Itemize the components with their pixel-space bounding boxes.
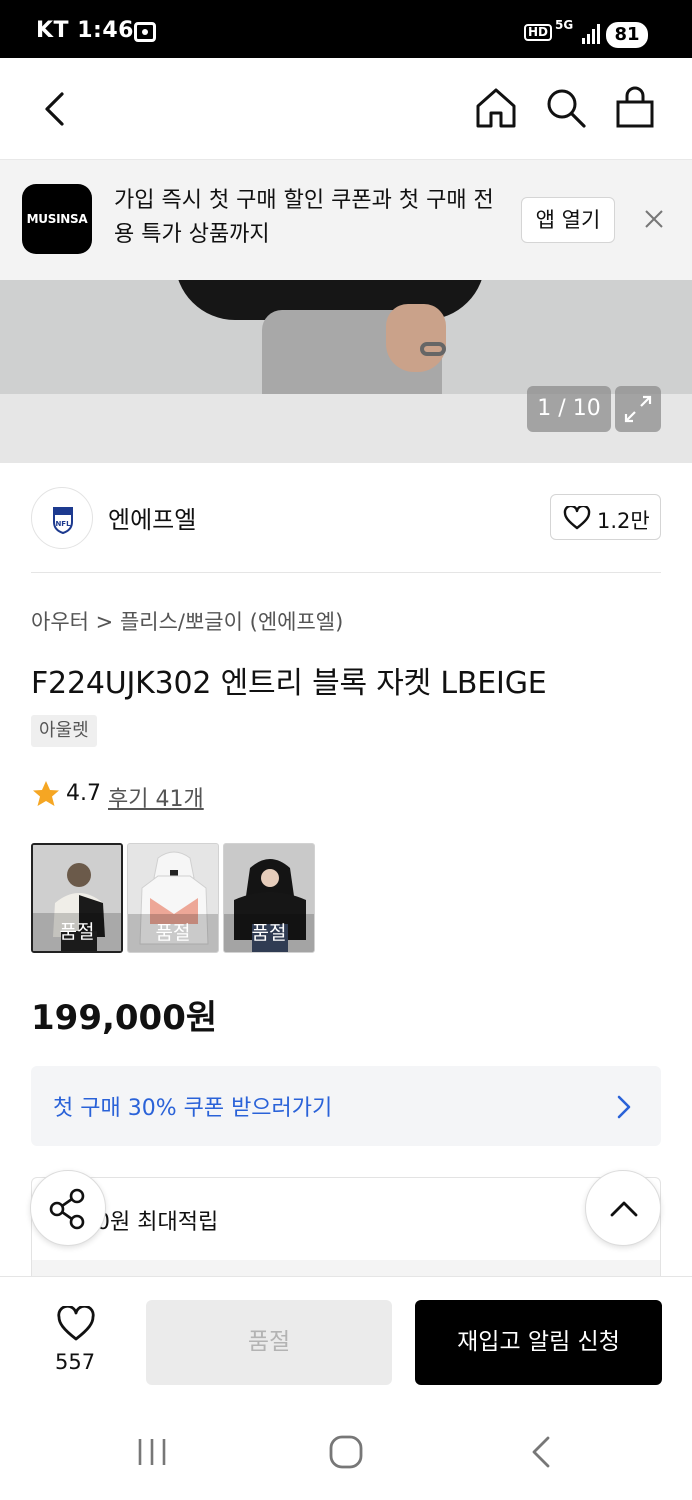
chevron-up-icon (610, 1201, 638, 1217)
product-image[interactable] (0, 280, 692, 394)
hd-icon: HD (524, 24, 553, 41)
back-icon[interactable] (40, 90, 68, 128)
reviews-link[interactable]: 후기 41개 (108, 781, 204, 813)
expand-icon (624, 395, 652, 423)
color-option-3[interactable]: 품절 (223, 843, 315, 953)
carrier-time: KT 1:46 (36, 18, 134, 43)
image-counter: 1 / 10 (527, 386, 611, 432)
cart-icon[interactable] (614, 86, 656, 130)
breadcrumb-subcategory[interactable]: 플리스/뽀글이 (엔에프엘) (120, 610, 343, 634)
brand-logo[interactable]: NFL (31, 487, 93, 549)
wishlist-button[interactable]: 557 (50, 1304, 104, 1384)
top-nav (0, 58, 692, 160)
nfl-shield-icon: NFL (53, 507, 73, 535)
points-section: 0원 최대적립 (31, 1177, 661, 1288)
scroll-top-button[interactable] (585, 1170, 661, 1246)
option-1-soldout-label: 품절 (33, 913, 121, 951)
home-icon[interactable] (474, 86, 518, 130)
breadcrumb: 아우터 > 플리스/뽀글이 (엔에프엘) (31, 606, 343, 636)
share-button[interactable] (30, 1170, 106, 1246)
color-option-1[interactable]: 품절 (31, 843, 123, 953)
chevron-right-icon (617, 1095, 631, 1119)
divider (31, 572, 661, 573)
product-price: 199,000원 (31, 998, 218, 1038)
banner-message: 가입 즉시 첫 구매 할인 쿠폰과 첫 구매 전용 특가 상품까지 (114, 188, 494, 247)
svg-text:NFL: NFL (55, 520, 71, 528)
close-icon[interactable] (643, 208, 665, 230)
network-5g-icon: 5G (555, 18, 574, 32)
wishlist-count: 557 (55, 1350, 96, 1374)
first-purchase-coupon-banner[interactable]: 첫 구매 30% 쿠폰 받으러가기 (31, 1066, 661, 1146)
option-3-soldout-label: 품절 (224, 914, 314, 952)
coupon-text: 첫 구매 30% 쿠폰 받으러가기 (53, 1096, 333, 1121)
breadcrumb-separator: > (95, 610, 114, 634)
system-nav-bar (0, 1406, 692, 1500)
option-2-soldout-label: 품절 (128, 914, 218, 952)
open-app-button[interactable]: 앱 열기 (521, 197, 615, 243)
recent-apps-icon[interactable] (134, 1436, 170, 1468)
brand-name[interactable]: 엔에프엘 (108, 500, 196, 535)
rating-score: 4.7 (66, 781, 101, 806)
breadcrumb-category[interactable]: 아우터 (31, 610, 89, 634)
app-install-banner: MUSINSA 가입 즉시 첫 구매 할인 쿠폰과 첫 구매 전용 특가 상품까… (0, 160, 692, 280)
star-icon (33, 781, 59, 806)
home-button-icon[interactable] (328, 1434, 364, 1470)
system-back-icon[interactable] (526, 1434, 554, 1470)
points-text: 0원 최대적립 (96, 1210, 219, 1235)
screen-record-icon (134, 22, 156, 42)
outlet-tag: 아울렛 (31, 715, 97, 747)
musinsa-logo: MUSINSA (22, 184, 92, 254)
share-icon (49, 1188, 85, 1230)
soldout-button[interactable]: 품절 (146, 1300, 392, 1385)
product-title: F224UJK302 엔트리 블록 자켓 LBEIGE (31, 666, 547, 701)
brand-like-button[interactable]: 1.2만 (550, 494, 661, 540)
battery-icon: 81 (606, 22, 648, 48)
color-option-2[interactable]: 품절 (127, 843, 219, 953)
heart-icon (563, 506, 591, 530)
expand-button[interactable] (615, 386, 661, 432)
search-icon[interactable] (544, 86, 588, 130)
restock-alert-button[interactable]: 재입고 알림 신청 (415, 1300, 662, 1385)
signal-icon (582, 22, 602, 44)
heart-icon (57, 1306, 95, 1341)
brand-like-count: 1.2만 (597, 509, 650, 533)
status-bar: KT 1:46 HD 5G 81 (0, 0, 692, 58)
